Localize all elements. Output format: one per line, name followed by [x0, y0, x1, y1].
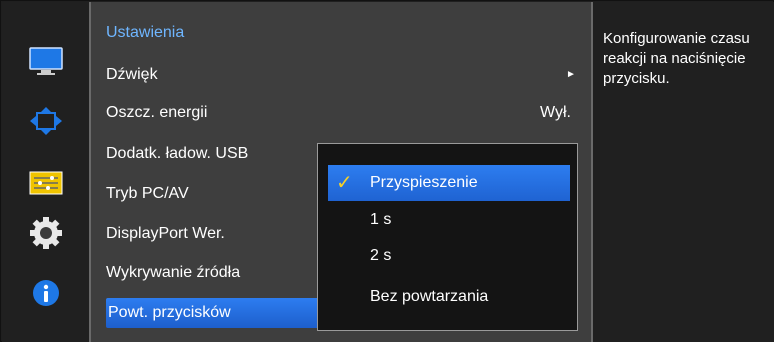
resize-arrows-icon[interactable]	[26, 106, 66, 136]
submenu-option-label: Przyspieszenie	[370, 174, 478, 191]
menu-item-label: Tryb PC/AV	[106, 185, 189, 202]
info-icon[interactable]	[26, 278, 66, 308]
menu-item-source-detection[interactable]: Wykrywanie źródła	[106, 258, 306, 288]
eco-saving-value: Wył.	[540, 104, 571, 121]
menu-item-eco-saving[interactable]: Oszcz. energii	[106, 98, 306, 128]
help-text: Konfigurowanie czasu reakcji na naciśnię…	[603, 30, 750, 87]
submenu-option-label: 2 s	[370, 247, 392, 264]
menu-item-displayport-ver[interactable]: DisplayPort Wer.	[106, 219, 306, 249]
submenu-arrow-icon: ►	[566, 69, 576, 80]
settings-sliders-icon[interactable]	[26, 168, 66, 198]
menu-item-label: Dodatk. ładow. USB	[106, 145, 249, 162]
monitor-icon[interactable]	[26, 46, 66, 76]
menu-item-usb-charging[interactable]: Dodatk. ładow. USB	[106, 139, 306, 169]
category-rail	[2, 2, 89, 342]
menu-item-label: DisplayPort Wer.	[106, 225, 225, 242]
menu-item-label: Powt. przycisków	[108, 304, 231, 321]
submenu-option-label: Bez powtarzania	[370, 288, 489, 305]
menu-item-pc-av-mode[interactable]: Tryb PC/AV	[106, 179, 306, 209]
submenu-option-label: 1 s	[370, 211, 392, 228]
submenu-option-acceleration[interactable]: ✓ Przyspieszenie	[328, 165, 570, 201]
menu-item-label: Wykrywanie źródła	[106, 264, 241, 281]
menu-title: Ustawienia	[106, 24, 185, 41]
menu-item-key-repeat-time[interactable]: Powt. przycisków	[106, 298, 321, 328]
checkmark-icon: ✓	[336, 172, 353, 194]
menu-item-sound[interactable]: Dźwięk	[106, 60, 306, 90]
key-repeat-submenu: ✓ Przyspieszenie 1 s 2 s Bez powtarzania	[317, 143, 578, 331]
osd-frame: Ustawienia Dźwięk ► Oszcz. energii Wył. …	[0, 0, 774, 342]
menu-item-label: Oszcz. energii	[106, 104, 208, 121]
submenu-option-2s[interactable]: 2 s	[328, 238, 570, 274]
help-panel: Konfigurowanie czasu reakcji na naciśnię…	[593, 2, 774, 342]
gear-icon[interactable]	[26, 217, 66, 249]
submenu-option-1s[interactable]: 1 s	[328, 202, 570, 238]
menu-item-label: Dźwięk	[106, 66, 158, 83]
submenu-option-no-repeat[interactable]: Bez powtarzania	[328, 279, 570, 315]
